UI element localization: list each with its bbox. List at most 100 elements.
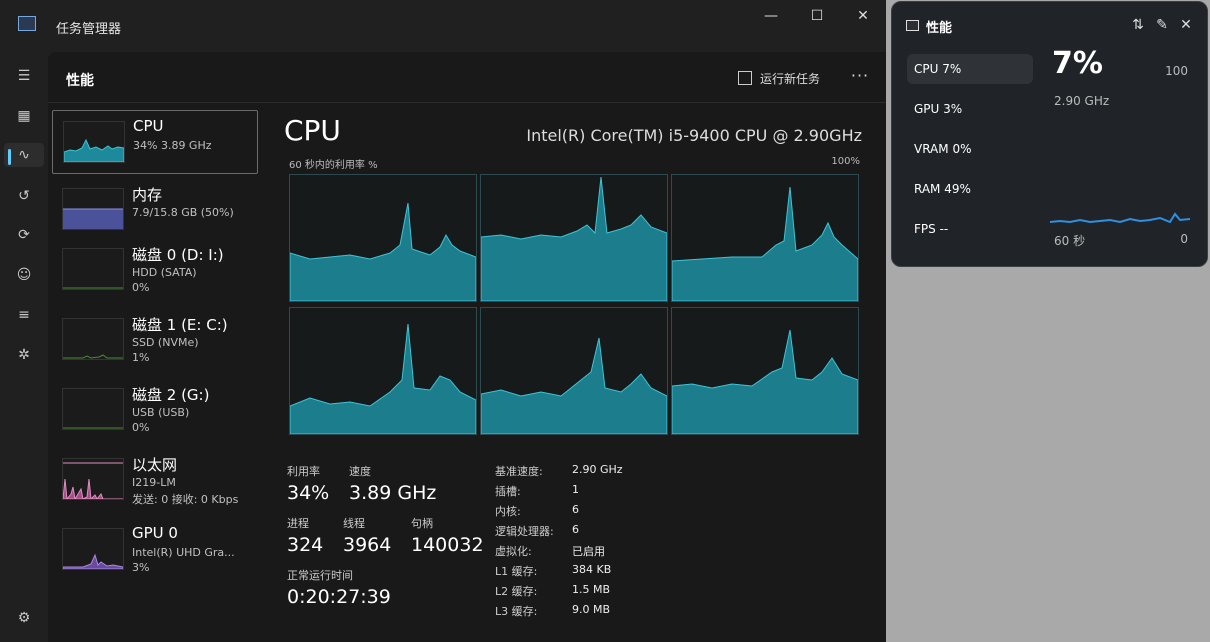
window-title: 任务管理器 xyxy=(56,22,122,37)
uptime-label: 正常运行时间 xyxy=(287,569,353,582)
disk-1-thumbnail xyxy=(62,318,124,360)
minimize-button[interactable]: — xyxy=(748,6,794,26)
spec-label: L3 缓存: xyxy=(495,605,538,618)
spec-value: 1 xyxy=(572,483,579,496)
spec-label: 内核: xyxy=(495,505,521,518)
ethernet-thumbnail xyxy=(62,458,124,500)
run-new-task-button[interactable]: 运行新任务 xyxy=(738,68,820,88)
uptime-value: 0:20:27:39 xyxy=(287,586,391,608)
services-icon[interactable]: ✲ xyxy=(12,343,36,367)
active-indicator xyxy=(8,149,11,165)
core-graph-1 xyxy=(289,174,477,302)
resource-detail: USB (USB) xyxy=(132,406,190,419)
resource-name: GPU 0 xyxy=(132,524,178,542)
handles-value: 140032 xyxy=(411,534,484,556)
new-task-icon xyxy=(738,71,752,85)
title-bar: 任务管理器 — ☐ ✕ xyxy=(0,0,886,44)
widget-metric-ram[interactable]: RAM 49% xyxy=(907,174,1033,204)
resource-name: CPU xyxy=(133,117,164,135)
spec-value: 6 xyxy=(572,523,579,536)
spec-label: 逻辑处理器: xyxy=(495,525,554,538)
spec-label: 插槽: xyxy=(495,485,521,498)
spec-value: 2.90 GHz xyxy=(572,463,623,476)
spec-label: L1 缓存: xyxy=(495,565,538,578)
widget-max-value: 100 xyxy=(1165,64,1188,78)
startup-apps-icon[interactable]: ⟳ xyxy=(12,223,36,247)
resource-detail: 34% 3.89 GHz xyxy=(133,139,212,152)
resource-detail: 7.9/15.8 GB (50%) xyxy=(132,206,234,219)
resource-item-ethernet[interactable]: 以太网 I219-LM 发送: 0 接收: 0 Kbps xyxy=(52,448,256,510)
widget-metric-fps[interactable]: FPS -- xyxy=(907,214,1033,244)
processes-icon[interactable]: ▦ xyxy=(12,104,36,128)
threads-label: 线程 xyxy=(343,517,365,530)
maximize-button[interactable]: ☐ xyxy=(794,6,840,26)
monitor-icon xyxy=(906,20,919,31)
settings-icon[interactable]: ⚙ xyxy=(12,606,36,630)
detail-title: CPU xyxy=(284,114,341,147)
speed-value: 3.89 GHz xyxy=(349,482,437,504)
cpu-model: Intel(R) Core(TM) i5-9400 CPU @ 2.90GHz xyxy=(526,126,862,145)
resource-item-disk-1[interactable]: 磁盘 1 (E: C:) SSD (NVMe) 1% xyxy=(52,308,256,370)
spec-label: L2 缓存: xyxy=(495,585,538,598)
spec-label: 虚拟化: xyxy=(495,545,532,558)
disk-0-thumbnail xyxy=(62,248,124,290)
widget-sparkline xyxy=(1050,212,1190,224)
core-graph-6 xyxy=(671,307,859,435)
core-graph-4 xyxy=(289,307,477,435)
resource-item-memory[interactable]: 内存 7.9/15.8 GB (50%) xyxy=(52,178,256,240)
speed-label: 速度 xyxy=(349,465,371,478)
resource-item-gpu-0[interactable]: GPU 0 Intel(R) UHD Gra... 3% xyxy=(52,518,256,580)
resource-usage: 0% xyxy=(132,281,150,294)
widget-title: 性能 xyxy=(926,21,953,36)
widget-speed: 2.90 GHz xyxy=(1054,94,1110,108)
resource-list: CPU 34% 3.89 GHz 内存 7.9/15.8 GB (50%) 磁盘… xyxy=(52,110,258,630)
app-history-icon[interactable]: ↺ xyxy=(12,184,36,208)
close-icon[interactable]: ✕ xyxy=(1176,15,1196,35)
pin-icon[interactable]: ✎ xyxy=(1152,15,1172,35)
close-button[interactable]: ✕ xyxy=(840,6,886,26)
nav-rail: ☰ ▦ ∿ ↺ ⟳ ☺ ≡ ✲ ⚙ xyxy=(0,44,48,642)
resource-name: 以太网 xyxy=(132,456,178,474)
resource-detail: SSD (NVMe) xyxy=(132,336,199,349)
hamburger-menu-icon[interactable]: ☰ xyxy=(12,64,36,88)
widget-axis-right: 0 xyxy=(1180,232,1188,246)
resource-item-disk-2[interactable]: 磁盘 2 (G:) USB (USB) 0% xyxy=(52,378,256,440)
task-manager-window: 任务管理器 — ☐ ✕ ☰ ▦ ∿ ↺ ⟳ ☺ ≡ ✲ ⚙ 性能 运行新任务 ·… xyxy=(0,0,886,642)
more-options-button[interactable]: ··· xyxy=(848,66,872,86)
run-new-task-label: 运行新任务 xyxy=(760,71,821,86)
resource-usage: 3% xyxy=(132,561,150,574)
gpu-thumbnail xyxy=(62,528,124,570)
task-manager-icon xyxy=(18,16,36,31)
widget-metric-vram[interactable]: VRAM 0% xyxy=(907,134,1033,164)
cpu-thumbnail xyxy=(63,121,125,163)
core-graph-2 xyxy=(480,174,668,302)
resource-usage: 1% xyxy=(132,351,150,364)
widget-metric-cpu[interactable]: CPU 7% xyxy=(907,54,1033,84)
sliders-icon[interactable]: ⇅ xyxy=(1128,15,1148,35)
users-icon[interactable]: ☺ xyxy=(12,263,36,287)
details-icon[interactable]: ≡ xyxy=(12,303,36,327)
spec-value: 6 xyxy=(572,503,579,516)
performance-overlay-widget: 性能 ⇅ ✎ ✕ CPU 7% GPU 3% VRAM 0% RAM 49% F… xyxy=(891,1,1208,267)
resource-item-disk-0[interactable]: 磁盘 0 (D: I:) HDD (SATA) 0% xyxy=(52,238,256,300)
graph-caption: 60 秒内的利用率 % xyxy=(289,160,378,171)
resource-name: 磁盘 1 (E: C:) xyxy=(132,316,228,334)
spec-value: 已启用 xyxy=(572,545,605,558)
resource-item-cpu[interactable]: CPU 34% 3.89 GHz xyxy=(52,110,258,174)
core-graph-3 xyxy=(671,174,859,302)
widget-metric-gpu[interactable]: GPU 3% xyxy=(907,94,1033,124)
resource-name: 内存 xyxy=(132,186,163,204)
utilization-label: 利用率 xyxy=(287,465,320,478)
threads-value: 3964 xyxy=(343,534,392,556)
performance-panel: 性能 运行新任务 ··· CPU 34% 3.89 GHz 内存 7.9/15.… xyxy=(48,52,886,642)
spec-value: 384 KB xyxy=(572,563,612,576)
performance-icon[interactable]: ∿ xyxy=(4,143,44,167)
spec-label: 基准速度: xyxy=(495,465,543,478)
spec-value: 9.0 MB xyxy=(572,603,611,616)
memory-thumbnail xyxy=(62,188,124,230)
resource-detail: HDD (SATA) xyxy=(132,266,197,279)
resource-detail: I219-LM xyxy=(132,476,176,489)
resource-detail: Intel(R) UHD Gra... xyxy=(132,546,235,559)
resource-name: 磁盘 0 (D: I:) xyxy=(132,246,224,264)
handles-label: 句柄 xyxy=(411,517,433,530)
